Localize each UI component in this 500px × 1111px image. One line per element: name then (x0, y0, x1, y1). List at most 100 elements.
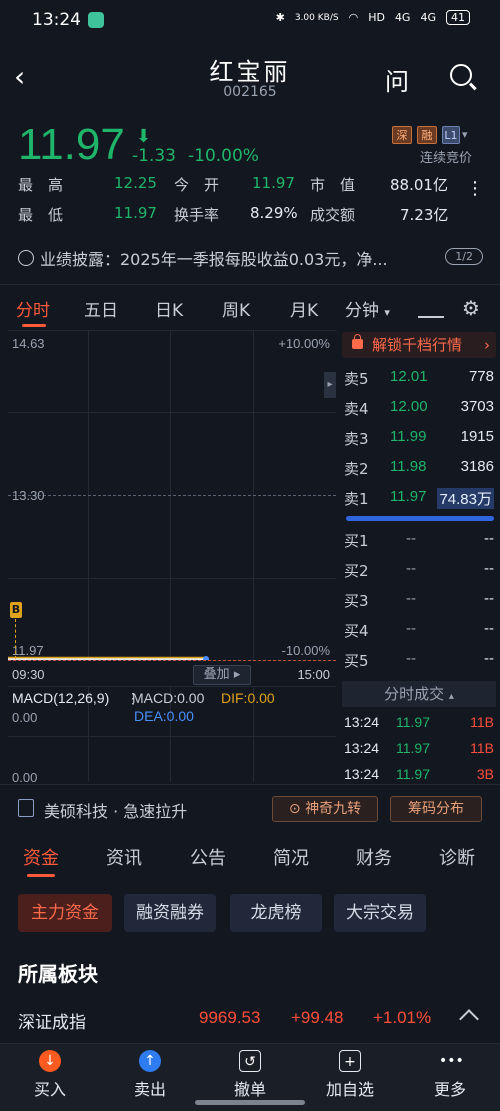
level-dropdown-icon[interactable]: ▾ (462, 128, 468, 141)
tick-price: 11.97 (396, 714, 430, 730)
stat-value: 12.25 (114, 174, 157, 192)
battery-icon: 41 (446, 10, 470, 25)
vertical-dots-icon[interactable]: ⋮ (466, 180, 484, 198)
stats-row: 最 低 11.97 换手率 8.29% 成交额 7.23亿 (18, 204, 458, 234)
bid-price: -- (406, 560, 416, 577)
ask-label: 卖1 (344, 490, 369, 508)
intraday-chart[interactable]: 14.63 +10.00% 13.30 11.97 -10.00% 09:30 … (8, 330, 336, 785)
settings-gear-icon[interactable]: ⚙ (462, 296, 480, 320)
buy-icon: ↓ (39, 1050, 61, 1072)
stat-value: 7.23亿 (400, 206, 449, 224)
sector-index-row[interactable]: 深证成指 9969.53 +99.48 +1.01% (18, 1008, 488, 1034)
document-icon (18, 799, 34, 817)
tick-volume: 11B (470, 714, 494, 730)
ask-price: 12.00 (390, 398, 428, 415)
expand-chart-icon[interactable]: ▸ (324, 372, 336, 398)
stat-value: 11.97 (114, 204, 157, 222)
magic-nine-button[interactable]: ⊙ 神奇九转 (272, 796, 378, 822)
wifi-icon: ◠ (348, 11, 359, 24)
tab-announcements[interactable]: 公告 (190, 844, 226, 870)
chip-dragon-tiger[interactable]: 龙虎榜 (230, 894, 322, 932)
tab-funds[interactable]: 资金 (23, 844, 59, 870)
magic-nine-icon: ⊙ (288, 801, 301, 817)
ticks-header[interactable]: 分时成交 ▴ (342, 681, 496, 707)
down-arrow-icon: ⬇ (136, 126, 152, 147)
bid-row: 买2 -- -- (342, 556, 496, 586)
play-icon: ▸ (233, 667, 241, 682)
tick-row: 13:24 11.97 11B (342, 710, 496, 736)
stat-label: 成交额 (310, 206, 356, 224)
overlay-label: 叠加 (203, 667, 230, 682)
tab-minute[interactable]: 分钟 ▾ (345, 296, 390, 321)
tab-intraday[interactable]: 分时 (16, 296, 50, 321)
macd-axis-bottom: 0.00 (12, 770, 38, 785)
buy-label: 买入 (33, 1080, 66, 1099)
buy-button[interactable]: ↓ 买入 (5, 1050, 95, 1100)
tab-weekly-k[interactable]: 周K (222, 296, 250, 321)
macd-title[interactable]: MACD(12,26,9) (12, 690, 109, 706)
cancel-order-button[interactable]: ↺ 撤单 (205, 1050, 295, 1100)
tick-time: 13:24 (344, 714, 380, 730)
lock-icon (352, 334, 363, 349)
buy-marker[interactable]: B (10, 602, 22, 618)
bid-volume: -- (484, 560, 494, 577)
level-badge[interactable]: L1 (442, 126, 460, 144)
ask-row: 卖5 12.01 778 (342, 364, 496, 394)
more-dots-icon: ••• (439, 1053, 464, 1069)
overlay-button[interactable]: 叠加 ▸ (193, 665, 251, 685)
more-button[interactable]: ••• 更多 (405, 1050, 495, 1100)
ask-button[interactable]: 问 (385, 62, 409, 97)
magic-nine-label: 神奇九转 (305, 801, 362, 817)
macd-axis-top: 0.00 (12, 710, 38, 725)
ask-price: 11.99 (390, 428, 427, 445)
drawing-tool-icon[interactable] (418, 298, 444, 318)
ask-row: 卖2 11.98 3186 (342, 454, 496, 484)
ask-price: 12.01 (390, 368, 428, 385)
tab-financials[interactable]: 财务 (356, 844, 392, 870)
bid-label: 买4 (344, 622, 369, 640)
stats-row: 最 高 12.25 今 开 11.97 市 值 88.01亿 (18, 174, 458, 204)
tab-news[interactable]: 资讯 (106, 844, 142, 870)
price-change-pct: -10.00% (188, 146, 259, 166)
dif-value: DIF:0.00 (221, 690, 275, 706)
unlock-depth-button[interactable]: 解锁千档行情 › (342, 332, 496, 358)
ask-volume: 74.83万 (437, 488, 494, 509)
more-label: 更多 (433, 1080, 466, 1099)
quote-stats: 最 高 12.25 今 开 11.97 市 值 88.01亿 最 低 11.97… (18, 174, 458, 234)
tab-diagnosis[interactable]: 诊断 (439, 844, 475, 870)
tick-price: 11.97 (396, 766, 430, 782)
earnings-notice[interactable]: 业绩披露：2025年一季报每股收益0.03元，净... 1/2 (18, 246, 483, 272)
notice-text: 业绩披露：2025年一季报每股收益0.03元，净... (40, 250, 388, 269)
chip-margin-trading[interactable]: 融资融券 (124, 894, 216, 932)
chip-block-trade[interactable]: 大宗交易 (334, 894, 426, 932)
chip-distribution-button[interactable]: 筹码分布 (390, 796, 482, 822)
bid-row: 买4 -- -- (342, 616, 496, 646)
bid-label: 买5 (344, 652, 369, 670)
tab-profile[interactable]: 简况 (273, 844, 309, 870)
home-indicator[interactable] (195, 1100, 305, 1105)
tab-monthly-k[interactable]: 月K (290, 296, 318, 321)
ask-row: 卖1 11.97 74.83万 (342, 484, 496, 514)
ask-volume: 3703 (460, 398, 494, 415)
tab-five-day[interactable]: 五日 (84, 296, 118, 321)
divider (0, 784, 500, 785)
active-tab-indicator (22, 324, 46, 327)
tab-daily-k[interactable]: 日K (155, 296, 183, 321)
margin-badge: 融 (417, 126, 437, 144)
stat-label: 市 值 (310, 176, 356, 194)
stock-code: 002165 (223, 84, 277, 100)
add-watchlist-button[interactable]: + 加自选 (305, 1050, 395, 1100)
status-icons: ✱ 3.00 KB/S ◠ HD 4G 4G 41 (276, 10, 470, 25)
search-icon[interactable] (450, 64, 472, 86)
cancel-order-label: 撤单 (233, 1080, 266, 1099)
section-title: 所属板块 (18, 962, 98, 986)
notice-pager[interactable]: 1/2 (445, 248, 483, 265)
bluetooth-icon: ✱ (275, 11, 285, 24)
add-watchlist-label: 加自选 (325, 1080, 374, 1099)
sell-button[interactable]: ↑ 卖出 (105, 1050, 195, 1100)
tick-volume: 11B (470, 740, 494, 756)
chip-main-funds[interactable]: 主力资金 (18, 894, 112, 932)
signal-1: 4G (394, 11, 411, 24)
stock-name: 红宝丽 (209, 58, 291, 86)
tick-time: 13:24 (344, 740, 380, 756)
